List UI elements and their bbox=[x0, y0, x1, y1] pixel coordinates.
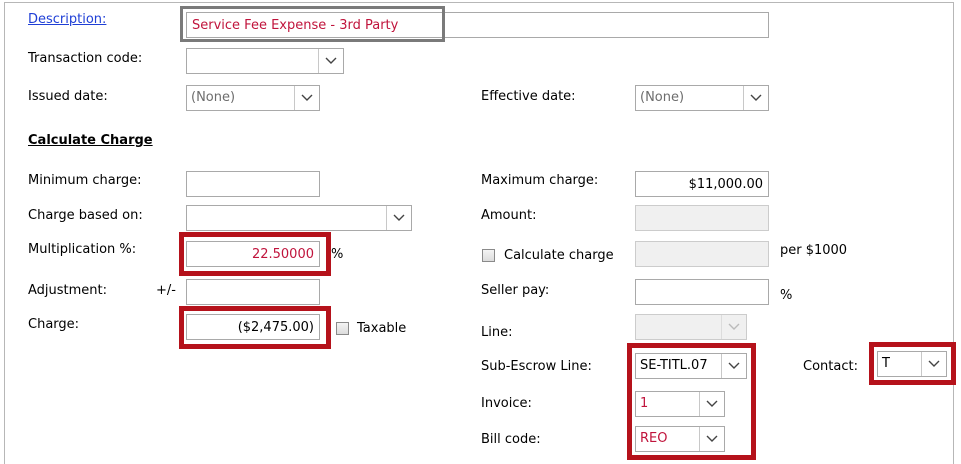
transaction-code-label: Transaction code: bbox=[28, 51, 143, 66]
effective-date-label: Effective date: bbox=[481, 89, 576, 104]
chevron-down-icon[interactable] bbox=[743, 86, 768, 110]
chevron-down-icon[interactable] bbox=[318, 49, 343, 73]
line-select bbox=[635, 314, 747, 340]
adjustment-input[interactable] bbox=[186, 279, 320, 305]
description-label[interactable]: Description: bbox=[28, 12, 106, 27]
maximum-charge-label: Maximum charge: bbox=[481, 173, 599, 188]
sub-escrow-highlight bbox=[627, 343, 756, 460]
sub-escrow-line-label: Sub-Escrow Line: bbox=[481, 359, 592, 374]
charge-label: Charge: bbox=[28, 317, 80, 332]
invoice-label: Invoice: bbox=[481, 396, 532, 411]
charge-based-on-select[interactable] bbox=[186, 205, 412, 231]
multiplication-highlight bbox=[179, 232, 331, 276]
calculate-charge-checkbox[interactable] bbox=[482, 249, 495, 262]
per-1000-label: per $1000 bbox=[780, 243, 848, 258]
effective-date-select[interactable]: (None) bbox=[635, 85, 769, 111]
minimum-charge-label: Minimum charge: bbox=[28, 173, 142, 188]
charge-highlight bbox=[179, 306, 331, 349]
transaction-code-select[interactable] bbox=[186, 48, 344, 74]
form-panel bbox=[4, 2, 954, 464]
adjustment-sign: +/- bbox=[156, 283, 176, 298]
chevron-down-icon[interactable] bbox=[294, 86, 319, 110]
description-highlight bbox=[180, 6, 445, 42]
calculate-charge-heading: Calculate Charge bbox=[28, 133, 153, 148]
minimum-charge-input[interactable] bbox=[186, 171, 320, 197]
charge-based-on-label: Charge based on: bbox=[28, 208, 143, 223]
contact-highlight bbox=[869, 342, 956, 385]
seller-pay-input[interactable] bbox=[635, 279, 769, 305]
multiplication-label: Multiplication %: bbox=[28, 242, 137, 257]
issued-date-label: Issued date: bbox=[28, 89, 108, 104]
amount-label: Amount: bbox=[481, 208, 537, 223]
issued-date-select[interactable]: (None) bbox=[186, 85, 320, 111]
chevron-down-icon[interactable] bbox=[386, 206, 411, 230]
contact-label: Contact: bbox=[803, 359, 858, 374]
amount-input bbox=[635, 205, 769, 231]
bill-code-label: Bill code: bbox=[481, 432, 541, 447]
chevron-down-icon bbox=[721, 315, 746, 339]
seller-pay-suffix: % bbox=[780, 288, 793, 303]
issued-date-value: (None) bbox=[191, 90, 236, 105]
maximum-charge-input[interactable]: $11,000.00 bbox=[635, 171, 769, 197]
multiplication-suffix: % bbox=[331, 247, 344, 262]
taxable-label[interactable]: Taxable bbox=[357, 321, 406, 336]
effective-date-value: (None) bbox=[640, 90, 685, 105]
taxable-checkbox[interactable] bbox=[336, 322, 349, 335]
line-label: Line: bbox=[481, 325, 513, 340]
per-1000-input bbox=[635, 241, 769, 267]
seller-pay-label: Seller pay: bbox=[481, 283, 550, 298]
calculate-charge-label[interactable]: Calculate charge bbox=[504, 248, 614, 263]
adjustment-label: Adjustment: bbox=[28, 283, 108, 298]
